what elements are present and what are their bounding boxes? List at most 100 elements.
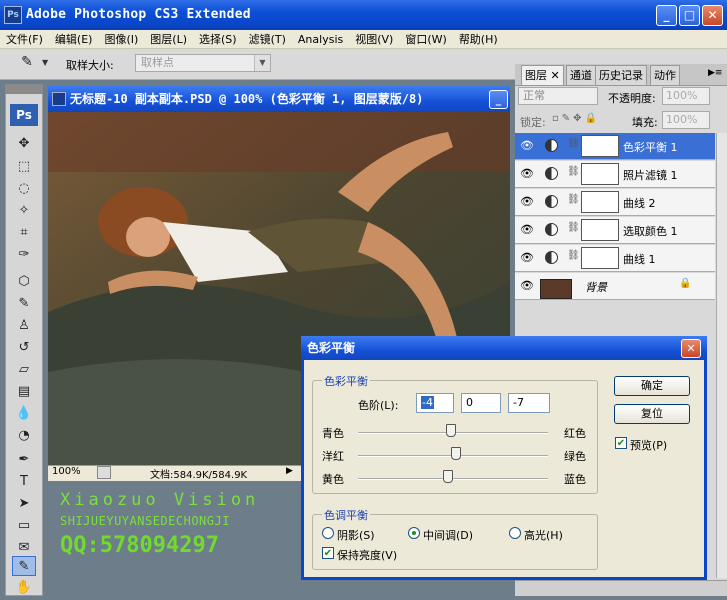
background-thumbnail[interactable] — [540, 279, 572, 299]
layer-mask-thumbnail[interactable] — [581, 219, 619, 241]
menu-filter[interactable]: 滤镜(T) — [249, 31, 286, 47]
tab-layers[interactable]: 图层 ✕ — [521, 65, 564, 85]
eraser-tool-icon[interactable]: ▱ — [12, 360, 36, 380]
yellow-blue-thumb[interactable] — [443, 470, 453, 483]
path-select-icon[interactable]: ➤ — [12, 494, 36, 514]
notes-tool-icon[interactable]: ✉ — [12, 538, 36, 558]
layer-mask-thumbnail[interactable] — [581, 247, 619, 269]
tool-preset-arrow-icon[interactable]: ▼ — [42, 58, 48, 67]
preview-checkbox[interactable]: ✔ — [615, 437, 627, 449]
eye-icon[interactable]: 👁 — [520, 251, 534, 264]
marquee-tool-icon[interactable]: ⬚ — [12, 157, 36, 177]
magenta-green-thumb[interactable] — [451, 447, 461, 460]
blur-tool-icon[interactable]: 💧 — [12, 404, 36, 424]
tab-channels[interactable]: 通道 — [566, 65, 596, 85]
adjustment-layer-icon — [545, 223, 558, 236]
layer-row[interactable]: 👁 ⛓ 色彩平衡 1 — [515, 133, 715, 160]
close-button[interactable]: ✕ — [702, 5, 723, 26]
layers-scrollbar[interactable] — [716, 133, 727, 578]
menu-select[interactable]: 选择(S) — [199, 31, 237, 47]
magic-wand-icon[interactable]: ✧ — [12, 201, 36, 221]
slice-tool-icon[interactable]: ✑ — [12, 245, 36, 265]
minimize-button[interactable]: _ — [656, 5, 677, 26]
level-yellow-blue-input[interactable]: -7 — [508, 393, 550, 413]
link-icon: ⛓ — [567, 194, 580, 205]
layer-mask-thumbnail[interactable] — [581, 191, 619, 213]
layer-mask-thumbnail[interactable] — [581, 163, 619, 185]
opacity-label: 不透明度: — [608, 92, 656, 105]
eye-icon[interactable]: 👁 — [520, 279, 534, 292]
menu-file[interactable]: 文件(F) — [6, 31, 43, 47]
layer-row[interactable]: 👁 ⛓ 选取颜色 1 — [515, 217, 715, 244]
preserve-luminosity-checkbox[interactable]: ✔ — [322, 547, 334, 559]
type-tool-icon[interactable]: T — [12, 472, 36, 492]
gradient-tool-icon[interactable]: ▤ — [12, 382, 36, 402]
midtones-radio[interactable] — [408, 527, 420, 539]
shadows-radio[interactable] — [322, 527, 334, 539]
sample-size-select[interactable]: 取样点 ▼ — [135, 54, 271, 72]
tab-history[interactable]: 历史记录 — [595, 65, 647, 85]
layer-mask-thumbnail[interactable] — [581, 135, 619, 157]
highlights-radio[interactable] — [509, 527, 521, 539]
crop-tool-icon[interactable]: ⌗ — [12, 223, 36, 243]
history-brush-icon[interactable]: ↺ — [12, 338, 36, 358]
toolbox-header[interactable] — [5, 84, 43, 94]
menu-window[interactable]: 窗口(W) — [405, 31, 446, 47]
zoom-level[interactable]: 100% — [52, 466, 81, 477]
document-title: 无标题-10 副本副本.PSD @ 100% (色彩平衡 1, 图层蒙版/8) — [48, 86, 510, 112]
stamp-tool-icon[interactable]: ♙ — [12, 316, 36, 336]
lock-icon: 🔒 — [679, 278, 692, 289]
eye-icon[interactable]: 👁 — [520, 195, 534, 208]
level-cyan-red-input[interactable]: -4 — [416, 393, 454, 413]
menu-image[interactable]: 图像(I) — [104, 31, 138, 47]
reset-button[interactable]: 复位 — [614, 404, 690, 424]
level-magenta-green-input[interactable]: 0 — [461, 393, 501, 413]
color-balance-group-title: 色彩平衡 — [322, 373, 370, 389]
eye-icon[interactable]: 👁 — [520, 167, 534, 180]
slider-left-label: 黄色 — [322, 473, 344, 486]
eyedropper-tool-icon[interactable]: ✎ — [12, 556, 36, 576]
move-tool-icon[interactable]: ✥ — [12, 134, 36, 154]
slider-right-label: 蓝色 — [564, 473, 586, 486]
menu-edit[interactable]: 编辑(E) — [55, 31, 93, 47]
layer-name: 背景 — [585, 281, 607, 294]
menu-view[interactable]: 视图(V) — [355, 31, 393, 47]
lasso-tool-icon[interactable]: ◌ — [12, 179, 36, 199]
lock-icons[interactable]: ▫✎✥🔒 — [552, 113, 600, 124]
layer-row[interactable]: 👁 ⛓ 曲线 2 — [515, 189, 715, 216]
app-title: Adobe Photoshop CS3 Extended — [26, 7, 251, 22]
status-options-icon[interactable] — [97, 466, 111, 479]
slider-right-label: 红色 — [564, 427, 586, 440]
tab-actions[interactable]: 动作 — [650, 65, 680, 85]
dodge-tool-icon[interactable]: ◔ — [12, 426, 36, 446]
opacity-input[interactable]: 100% — [662, 87, 710, 105]
document-minimize-button[interactable]: _ — [489, 90, 508, 109]
pen-tool-icon[interactable]: ✒ — [12, 450, 36, 470]
healing-brush-icon[interactable]: ⬡ — [12, 272, 36, 292]
ok-button[interactable]: 确定 — [614, 376, 690, 396]
layer-row[interactable]: 👁 ⛓ 照片滤镜 1 — [515, 161, 715, 188]
adjustment-layer-icon — [545, 251, 558, 264]
status-arrow-icon[interactable]: ▶ — [286, 466, 293, 476]
eyedropper-icon[interactable]: ✎ — [14, 54, 40, 74]
layer-name: 曲线 1 — [623, 253, 656, 266]
menu-layer[interactable]: 图层(L) — [150, 31, 187, 47]
dialog-close-button[interactable]: ✕ — [681, 339, 701, 358]
layer-name: 曲线 2 — [623, 197, 656, 210]
menu-analysis[interactable]: Analysis — [298, 33, 343, 46]
brush-tool-icon[interactable]: ✎ — [12, 294, 36, 314]
yellow-blue-slider[interactable] — [358, 478, 548, 480]
ps-icon[interactable]: Ps — [10, 104, 38, 126]
adjustment-layer-icon — [545, 167, 558, 180]
maximize-button[interactable]: □ — [679, 5, 700, 26]
hand-tool-icon[interactable]: ✋ — [12, 578, 36, 598]
blend-mode-select[interactable]: 正常 — [518, 87, 598, 105]
panel-menu-icon[interactable]: ▶≡ — [708, 68, 722, 78]
cyan-red-thumb[interactable] — [446, 424, 456, 437]
eye-icon[interactable]: 👁 — [520, 139, 534, 152]
shape-tool-icon[interactable]: ▭ — [12, 516, 36, 536]
fill-input[interactable]: 100% — [662, 111, 710, 129]
menu-help[interactable]: 帮助(H) — [459, 31, 498, 47]
eye-icon[interactable]: 👁 — [520, 223, 534, 236]
layer-row[interactable]: 👁 ⛓ 曲线 1 — [515, 245, 715, 272]
